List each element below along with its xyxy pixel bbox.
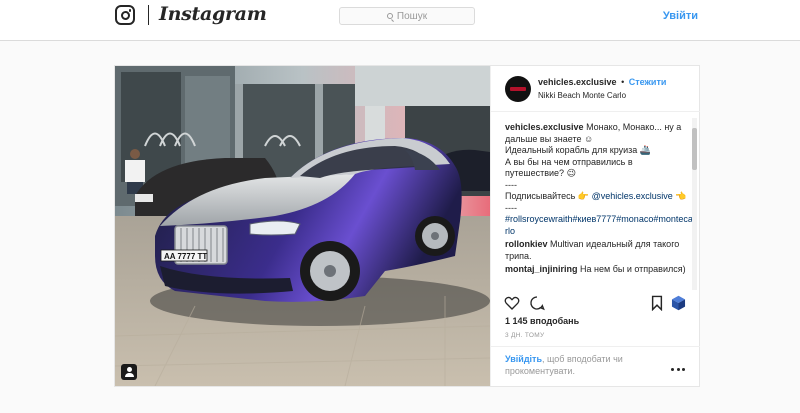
comments-list[interactable]: vehicles.exclusive Монако, Монако... ну … — [505, 122, 693, 287]
instagram-wordmark[interactable]: Instagram — [159, 3, 267, 25]
heart-icon[interactable] — [504, 295, 520, 311]
more-dot — [676, 368, 680, 371]
car-photo-illustration: AA 7777 TT — [115, 66, 490, 386]
instagram-glyph-icon[interactable] — [115, 5, 135, 25]
comment-username[interactable]: rollonkiev — [505, 239, 548, 249]
follow-button[interactable]: Стежити — [629, 77, 667, 87]
caption-mention-link[interactable]: @vehicles.exclusive — [592, 191, 673, 201]
comment-item: rollonkiev Multivan идеальный для такого… — [505, 239, 693, 262]
caption-divider-1: ---- — [505, 179, 517, 190]
post-actions — [491, 292, 700, 314]
comment-icon[interactable] — [529, 295, 545, 311]
cube-icon[interactable] — [671, 295, 686, 311]
likes-count[interactable]: 1 145 вподобань — [505, 316, 579, 326]
search-input[interactable]: Пошук — [339, 7, 475, 25]
avatar[interactable] — [505, 76, 531, 102]
comment-item: montaj_injiniring На нем бы и отправился… — [505, 264, 693, 276]
caption: vehicles.exclusive Монако, Монако... ну … — [505, 122, 693, 237]
caption-username[interactable]: vehicles.exclusive — [505, 122, 584, 132]
more-dot — [682, 368, 685, 371]
caption-divider-2: ---- — [505, 202, 517, 213]
post-photo[interactable]: AA 7777 TT — [115, 66, 490, 386]
post-timestamp[interactable]: 3 ДН. ТОМУ — [505, 332, 544, 339]
comments-scroll-thumb[interactable] — [692, 128, 697, 170]
caption-subscribe-end: 👈 — [675, 191, 687, 201]
more-dot — [671, 368, 674, 371]
post-header: vehicles.exclusive • Стежити Nikki Beach… — [491, 66, 700, 112]
license-plate-text: AA 7777 TT — [164, 252, 207, 261]
login-prompt: Увійдіть, щоб вподобати чи прокоментуват… — [491, 346, 700, 377]
caption-subscribe: Подписывайтесь 👉 — [505, 191, 590, 201]
post-sidebar: vehicles.exclusive • Стежити Nikki Beach… — [490, 66, 700, 386]
post-author: vehicles.exclusive • Стежити — [538, 77, 666, 87]
author-username[interactable]: vehicles.exclusive — [538, 77, 617, 87]
login-prompt-link[interactable]: Увійдіть — [505, 354, 542, 364]
caption-line-2: Идеальный корабль для круиза 🚢 — [505, 145, 651, 155]
comment-username[interactable]: montaj_injiniring — [505, 264, 578, 274]
caption-hashtags[interactable]: #rollsroycewraith#киев7777#monaco#montec… — [505, 214, 693, 236]
top-navigation: Instagram Пошук Увійти — [0, 0, 800, 41]
post-location[interactable]: Nikki Beach Monte Carlo — [538, 91, 626, 100]
search-icon — [386, 13, 393, 19]
search-placeholder: Пошук — [396, 10, 428, 22]
user-tag-icon[interactable] — [121, 364, 137, 380]
logo-divider — [148, 5, 149, 25]
header-dot: • — [621, 77, 625, 87]
bookmark-icon[interactable] — [651, 295, 663, 311]
comment-text: На нем бы и отправился) — [580, 264, 686, 274]
post-card: AA 7777 TT vehicles.exclusive • Стежити — [114, 65, 700, 387]
login-link[interactable]: Увійти — [663, 10, 698, 22]
more-options-icon[interactable] — [671, 368, 685, 372]
caption-line-3: А вы бы на чем отправились в путешествие… — [505, 156, 633, 179]
